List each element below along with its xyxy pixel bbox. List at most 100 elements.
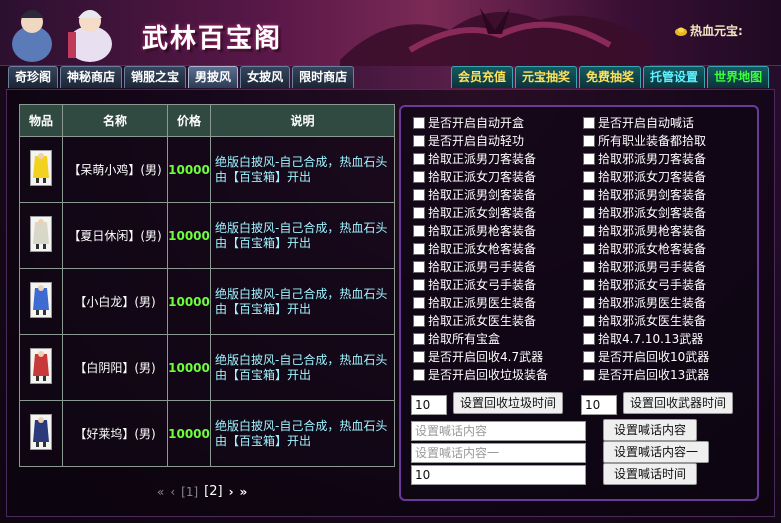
shop-tabs: 奇珍阁 神秘商店 销服之宝 男披风 女披风 限时商店	[8, 66, 355, 90]
setting-checkbox[interactable]: 拾取正派男医生装备	[413, 294, 536, 311]
set-weapon-time-button[interactable]: 设置回收武器时间	[623, 392, 733, 414]
set-shout-content-button[interactable]: 设置喊话内容	[603, 419, 697, 441]
setting-checkbox[interactable]: 是否开启回收4.7武器	[413, 348, 543, 365]
setting-checkbox[interactable]: 拾取邪派男枪客装备	[583, 222, 706, 239]
setting-checkbox[interactable]: 是否开启回收垃圾装备	[413, 366, 548, 383]
checkbox-label: 是否开启回收10武器	[598, 350, 710, 364]
setting-checkbox[interactable]: 拾取正派男刀客装备	[413, 150, 536, 167]
tab-1[interactable]: 神秘商店	[60, 66, 123, 88]
checkbox-box[interactable]	[583, 332, 595, 345]
tab-2[interactable]: 销服之宝	[124, 66, 187, 88]
setting-checkbox[interactable]: 拾取正派女医生装备	[413, 312, 536, 329]
table-row[interactable]: 【小白龙】(男) 10000 绝版白披风-自己合成，热血石头由【百宝箱】开出	[19, 268, 395, 335]
junk-time-input[interactable]: 10	[411, 395, 447, 415]
checkbox-box[interactable]	[413, 224, 425, 237]
weapon-time-input[interactable]: 10	[581, 395, 617, 415]
checkbox-box[interactable]	[583, 116, 595, 129]
checkbox-box[interactable]	[413, 134, 425, 147]
item-table: 物品 名称 价格 说明 【呆萌小鸡】(男) 10000 绝版白披风-自己合成，热血石…	[19, 104, 395, 467]
checkbox-box[interactable]	[583, 314, 595, 327]
checkbox-box[interactable]	[413, 296, 425, 309]
checkbox-box[interactable]	[413, 170, 425, 183]
setting-checkbox[interactable]: 拾取邪派女刀客装备	[583, 168, 706, 185]
setting-checkbox[interactable]: 拾取邪派男弓手装备	[583, 258, 706, 275]
checkbox-box[interactable]	[413, 278, 425, 291]
page-1-link[interactable]: [1]	[181, 485, 198, 499]
tab-3[interactable]: 男披风	[188, 66, 239, 88]
checkbox-box[interactable]	[413, 152, 425, 165]
checkbox-box[interactable]	[583, 278, 595, 291]
item-desc: 绝版白披风-自己合成，热血石头由【百宝箱】开出	[210, 334, 395, 401]
checkbox-box[interactable]	[413, 188, 425, 201]
shout-time-input[interactable]: 10	[411, 465, 586, 485]
checkbox-box[interactable]	[413, 206, 425, 219]
setting-checkbox[interactable]: 是否开启自动喊话	[583, 114, 694, 131]
feature-tab-0[interactable]: 会员充值	[451, 66, 514, 88]
checkbox-box[interactable]	[583, 296, 595, 309]
set-shout-time-button[interactable]: 设置喊话时间	[603, 463, 697, 485]
setting-checkbox[interactable]: 是否开启回收13武器	[583, 366, 709, 383]
tab-5[interactable]: 限时商店	[292, 66, 355, 88]
feature-tab-3[interactable]: 托管设置	[643, 66, 706, 88]
tab-0[interactable]: 奇珍阁	[8, 66, 59, 88]
setting-checkbox[interactable]: 拾取正派女枪客装备	[413, 240, 536, 257]
table-row[interactable]: 【夏日休闲】(男) 10000 绝版白披风-自己合成，热血石头由【百宝箱】开出	[19, 202, 395, 269]
setting-checkbox[interactable]: 是否开启自动开盒	[413, 114, 524, 131]
checkbox-box[interactable]	[583, 260, 595, 273]
checkbox-label: 拾取邪派男刀客装备	[598, 152, 707, 166]
checkbox-box[interactable]	[583, 242, 595, 255]
last-page-link[interactable]: »	[240, 485, 248, 499]
table-row[interactable]: 【好莱坞】(男) 10000 绝版白披风-自己合成，热血石头由【百宝箱】开出	[19, 400, 395, 467]
set-junk-time-button[interactable]: 设置回收垃圾时间	[453, 392, 563, 414]
checkbox-box[interactable]	[413, 260, 425, 273]
prev-page-link[interactable]: ‹	[170, 485, 175, 499]
setting-checkbox[interactable]: 拾取正派女刀客装备	[413, 168, 536, 185]
checkbox-box[interactable]	[413, 116, 425, 129]
setting-checkbox[interactable]: 拾取正派女弓手装备	[413, 276, 536, 293]
setting-checkbox[interactable]: 拾取邪派女弓手装备	[583, 276, 706, 293]
checkbox-box[interactable]	[583, 188, 595, 201]
checkbox-box[interactable]	[583, 134, 595, 147]
setting-checkbox[interactable]: 拾取邪派男医生装备	[583, 294, 706, 311]
next-page-link[interactable]: ›	[229, 485, 234, 499]
shout-content-2-input[interactable]: 设置喊话内容一	[411, 443, 586, 463]
setting-checkbox[interactable]: 拾取正派男弓手装备	[413, 258, 536, 275]
setting-checkbox[interactable]: 是否开启回收10武器	[583, 348, 709, 365]
item-price: 10000	[167, 136, 211, 203]
setting-checkbox[interactable]: 拾取邪派女医生装备	[583, 312, 706, 329]
checkbox-box[interactable]	[583, 152, 595, 165]
setting-checkbox[interactable]: 拾取正派男枪客装备	[413, 222, 536, 239]
setting-checkbox[interactable]: 拾取邪派女剑客装备	[583, 204, 706, 221]
feature-tab-2[interactable]: 免费抽奖	[579, 66, 642, 88]
setting-checkbox[interactable]: 拾取邪派男剑客装备	[583, 186, 706, 203]
feature-tab-4[interactable]: 世界地图	[707, 66, 770, 88]
shout-content-input[interactable]: 设置喊话内容	[411, 421, 586, 441]
checkbox-box[interactable]	[413, 242, 425, 255]
table-row[interactable]: 【白阴阳】(男) 10000 绝版白披风-自己合成，热血石头由【百宝箱】开出	[19, 334, 395, 401]
table-row[interactable]: 【呆萌小鸡】(男) 10000 绝版白披风-自己合成，热血石头由【百宝箱】开出	[19, 136, 395, 203]
checkbox-box[interactable]	[413, 314, 425, 327]
checkbox-box[interactable]	[413, 350, 425, 363]
setting-checkbox[interactable]: 是否开启自动轻功	[413, 132, 524, 149]
item-price: 10000	[167, 334, 211, 401]
checkbox-box[interactable]	[583, 350, 595, 363]
setting-checkbox[interactable]: 拾取所有宝盒	[413, 330, 500, 347]
setting-checkbox[interactable]: 拾取正派女剑客装备	[413, 204, 536, 221]
checkbox-box[interactable]	[583, 170, 595, 183]
checkbox-box[interactable]	[583, 224, 595, 237]
checkbox-box[interactable]	[583, 368, 595, 381]
checkbox-box[interactable]	[413, 368, 425, 381]
col-price: 价格	[167, 104, 211, 137]
feature-tab-1[interactable]: 元宝抽奖	[515, 66, 578, 88]
checkbox-box[interactable]	[413, 332, 425, 345]
setting-checkbox[interactable]: 拾取邪派女枪客装备	[583, 240, 706, 257]
first-page-link[interactable]: «	[157, 485, 164, 499]
setting-checkbox[interactable]: 拾取正派男剑客装备	[413, 186, 536, 203]
setting-checkbox[interactable]: 拾取4.7.10.13武器	[583, 330, 703, 347]
setting-checkbox[interactable]: 所有职业装备都拾取	[583, 132, 706, 149]
set-shout-content-2-button[interactable]: 设置喊话内容一	[603, 441, 709, 463]
tab-4[interactable]: 女披风	[240, 66, 291, 88]
setting-checkbox[interactable]: 拾取邪派男刀客装备	[583, 150, 706, 167]
main-area: 物品 名称 价格 说明 【呆萌小鸡】(男) 10000 绝版白披风-自己合成，热血石…	[6, 89, 775, 517]
checkbox-box[interactable]	[583, 206, 595, 219]
